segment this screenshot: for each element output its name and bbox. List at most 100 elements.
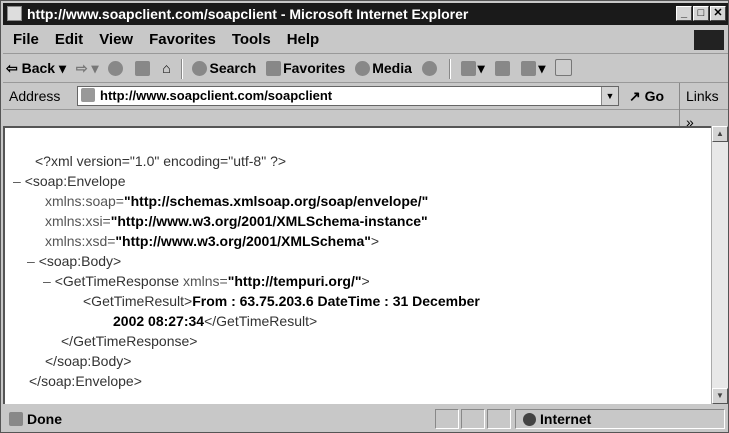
standard-toolbar: ⇦ Back ▾ ⇨ ▾ ⌂ Search Favorites Media ▾ …	[3, 54, 728, 83]
status-label: Done	[27, 411, 62, 427]
links-label: Links	[686, 88, 719, 104]
ie-page-icon	[7, 6, 22, 21]
xml-tag: <GetTimeResponse	[54, 273, 180, 289]
menu-file[interactable]: File	[3, 27, 47, 53]
xml-tag: <soap:Envelope	[24, 173, 126, 189]
stop-button[interactable]	[105, 54, 128, 82]
mail-button[interactable]: ▾	[458, 54, 488, 82]
window-title: http://www.soapclient.com/soapclient - M…	[27, 6, 469, 22]
page-content: <?xml version="1.0" encoding="utf-8" ?> …	[3, 126, 711, 404]
maximize-button[interactable]: □	[693, 6, 709, 21]
search-icon	[192, 61, 208, 76]
page-done-icon	[9, 412, 23, 426]
address-label: Address	[9, 88, 61, 104]
xml-decl-text: <?xml version="1.0" encoding="utf-8" ?>	[35, 153, 287, 169]
back-dropdown-icon[interactable]: ▾	[59, 60, 66, 76]
xml-tag: </soap:Body>	[45, 353, 132, 369]
xml-envelope-open: – <soap:Envelope	[13, 171, 480, 191]
media-button[interactable]: Media	[352, 54, 415, 82]
history-button[interactable]	[419, 54, 442, 82]
xml-document: <?xml version="1.0" encoding="utf-8" ?> …	[13, 151, 480, 391]
mail-icon	[460, 61, 476, 76]
forward-dropdown-icon[interactable]: ▾	[92, 60, 99, 76]
discuss-button[interactable]	[552, 54, 577, 82]
scroll-down-button[interactable]: ▼	[712, 388, 728, 404]
menu-tools[interactable]: Tools	[224, 27, 279, 53]
status-panel	[435, 409, 459, 429]
xml-result-line: <GetTimeResult>From : 63.75.203.6 DateTi…	[13, 291, 480, 311]
forward-arrow-icon: ⇨	[75, 60, 88, 76]
xml-ns-xsi: xmlns:xsi="http://www.w3.org/2001/XMLSch…	[13, 211, 480, 231]
address-input[interactable]: http://www.soapclient.com/soapclient ▼	[77, 86, 619, 106]
xml-tag: >	[370, 233, 380, 249]
home-icon: ⌂	[162, 60, 171, 76]
zone-label: Internet	[540, 411, 592, 427]
go-button[interactable]: ↗ Go	[629, 83, 664, 109]
discuss-icon	[555, 59, 573, 76]
search-button[interactable]: Search	[189, 54, 259, 82]
refresh-button[interactable]	[132, 54, 155, 82]
minimize-button[interactable]: _	[676, 6, 692, 21]
collapse-toggle[interactable]: –	[43, 273, 51, 289]
search-label: Search	[209, 60, 257, 76]
address-dropdown-button[interactable]: ▼	[601, 87, 618, 105]
xml-attr: xmlns:xsi=	[45, 213, 111, 229]
toolbar-separator	[180, 59, 183, 80]
stop-icon	[108, 61, 124, 76]
xml-body-close: </soap:Body>	[13, 351, 480, 371]
window-controls: _ □ ✕	[675, 6, 726, 22]
menu-help[interactable]: Help	[279, 27, 328, 53]
go-arrow-icon: ↗	[629, 88, 641, 104]
media-icon	[355, 61, 371, 76]
edit-button[interactable]: ▾	[518, 54, 548, 82]
favorites-button[interactable]: Favorites	[263, 54, 348, 82]
refresh-icon	[135, 61, 151, 76]
security-zone: Internet	[523, 406, 591, 432]
vertical-scrollbar[interactable]: ▲ ▼	[711, 126, 728, 404]
print-icon	[494, 61, 510, 76]
windows-logo-icon	[694, 30, 724, 50]
xml-attr: xmlns=	[182, 273, 228, 289]
page-icon	[81, 88, 95, 102]
status-panel	[487, 409, 511, 429]
xml-ns-xsd: xmlns:xsd="http://www.w3.org/2001/XMLSch…	[13, 231, 480, 251]
xml-response-close: </GetTimeResponse>	[13, 331, 480, 351]
browser-window: http://www.soapclient.com/soapclient - M…	[0, 0, 729, 433]
xml-envelope-close: </soap:Envelope>	[13, 371, 480, 391]
xml-result-line-cont: 2002 08:27:34</GetTimeResult>	[13, 311, 480, 331]
forward-button[interactable]: ⇨ ▾	[73, 54, 102, 82]
xml-attr-value: "http://www.w3.org/2001/XMLSchema-instan…	[110, 213, 428, 229]
address-url: http://www.soapclient.com/soapclient	[100, 88, 333, 103]
collapse-toggle[interactable]: –	[27, 253, 35, 269]
xml-declaration: <?xml version="1.0" encoding="utf-8" ?>	[13, 151, 480, 171]
status-text: Done	[9, 406, 62, 432]
xml-tag: </GetTimeResult>	[204, 313, 318, 329]
home-button[interactable]: ⌂	[159, 54, 173, 82]
collapse-toggle[interactable]: –	[13, 173, 21, 189]
xml-tag: <soap:Body>	[38, 253, 122, 269]
xml-attr-value: "http://tempuri.org/"	[227, 273, 362, 289]
xml-attr-value: "http://schemas.xmlsoap.org/soap/envelop…	[123, 193, 429, 209]
xml-response-open: – <GetTimeResponse xmlns="http://tempuri…	[13, 271, 480, 291]
menu-edit[interactable]: Edit	[47, 27, 91, 53]
xml-attr: xmlns:xsd=	[45, 233, 116, 249]
back-button[interactable]: ⇦ Back ▾	[3, 54, 69, 82]
favorites-label: Favorites	[283, 60, 346, 76]
menu-view[interactable]: View	[91, 27, 141, 53]
status-bar: Done Internet	[3, 406, 728, 432]
scroll-up-button[interactable]: ▲	[712, 126, 728, 142]
history-icon	[421, 61, 437, 76]
xml-attr-value: "http://www.w3.org/2001/XMLSchema"	[115, 233, 371, 249]
edit-icon	[521, 61, 537, 76]
xml-text: 2002 08:27:34	[113, 313, 205, 329]
xml-ns-soap: xmlns:soap="http://schemas.xmlsoap.org/s…	[13, 191, 480, 211]
close-button[interactable]: ✕	[710, 6, 726, 21]
xml-tag: <GetTimeResult>	[83, 293, 193, 309]
xml-attr: xmlns:soap=	[45, 193, 124, 209]
xml-body-open: – <soap:Body>	[13, 251, 480, 271]
address-bar: Address http://www.soapclient.com/soapcl…	[3, 83, 728, 135]
print-button[interactable]	[492, 54, 515, 82]
menu-favorites[interactable]: Favorites	[141, 27, 224, 53]
media-label: Media	[372, 60, 412, 76]
status-panel	[461, 409, 485, 429]
